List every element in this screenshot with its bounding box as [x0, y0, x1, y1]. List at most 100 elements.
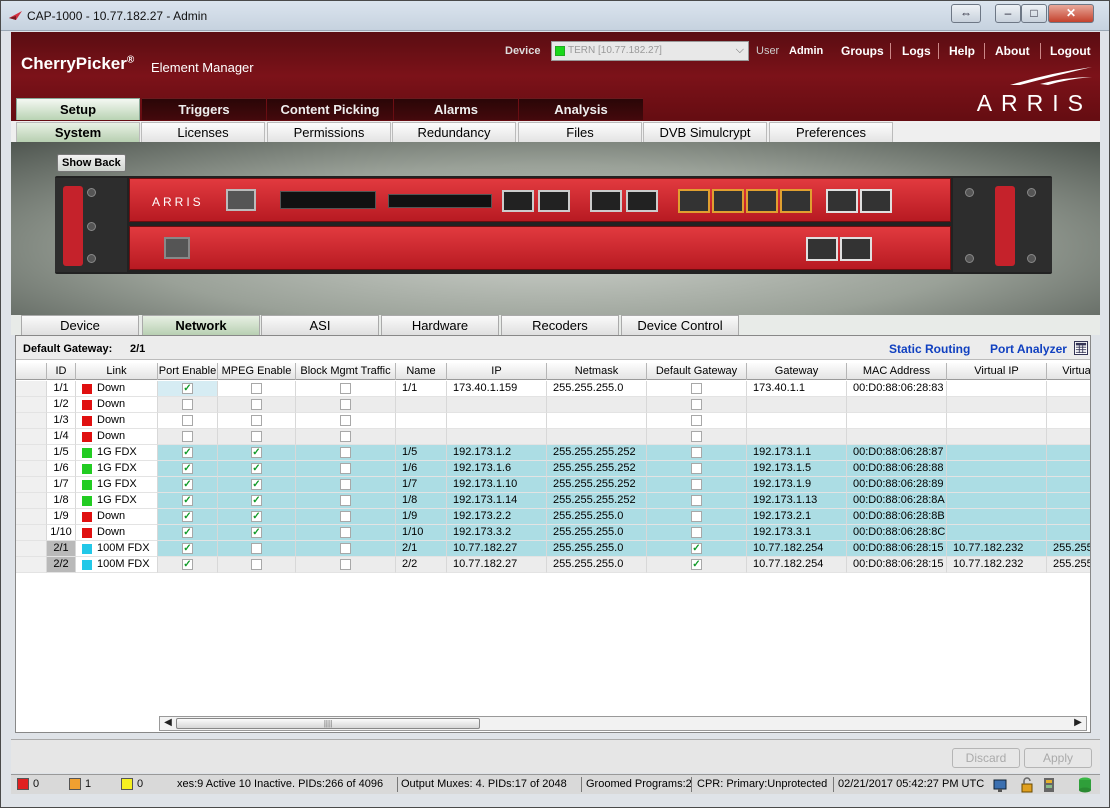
checkbox[interactable]: [691, 399, 702, 410]
checkbox[interactable]: [251, 415, 262, 426]
cell-gateway[interactable]: 10.77.182.254: [747, 541, 847, 557]
cell-ip[interactable]: 10.77.182.27: [447, 557, 547, 573]
cell-netmask[interactable]: 255.255.255.252: [547, 477, 647, 493]
cell-virtual-ip[interactable]: [947, 493, 1047, 509]
checkbox[interactable]: [691, 511, 702, 522]
checkbox[interactable]: [251, 399, 262, 410]
table-row[interactable]: 1/10 Down ✓ ✓ 1/10 192.173.3.2 255.255.255.0 19…: [16, 525, 1090, 541]
checkbox[interactable]: [691, 479, 702, 490]
cell-virtual-ip[interactable]: [947, 413, 1047, 429]
cell-mac-address[interactable]: 00:D0:88:06:28:89: [847, 477, 947, 493]
column-header[interactable]: Name: [396, 363, 447, 380]
tab-alarms[interactable]: Alarms: [394, 98, 518, 120]
column-header[interactable]: Link: [76, 363, 158, 380]
checkbox[interactable]: ✓: [251, 495, 262, 506]
tab-dvb-simulcrypt[interactable]: DVB Simulcrypt: [643, 122, 767, 142]
tab-files[interactable]: Files: [518, 122, 642, 142]
logout-link[interactable]: Logout: [1050, 44, 1091, 58]
row-header[interactable]: [16, 525, 47, 541]
sfp-port[interactable]: [502, 190, 534, 212]
cell-gateway[interactable]: [747, 397, 847, 413]
chevron-down-icon[interactable]: ⌵: [736, 44, 744, 57]
cell-ip[interactable]: 10.77.182.27: [447, 541, 547, 557]
column-header[interactable]: ID: [47, 363, 76, 380]
close-button[interactable]: ✕: [1048, 4, 1094, 23]
checkbox[interactable]: [182, 415, 193, 426]
cell-netmask[interactable]: [547, 429, 647, 445]
checkbox[interactable]: [691, 463, 702, 474]
cell-virtua[interactable]: [1047, 429, 1090, 445]
cell-ip[interactable]: 192.173.3.2: [447, 525, 547, 541]
checkbox[interactable]: [340, 463, 351, 474]
cell-mac-address[interactable]: 00:D0:88:06:28:15: [847, 541, 947, 557]
groups-link[interactable]: Groups: [841, 44, 884, 58]
row-header[interactable]: [16, 493, 47, 509]
cell-name[interactable]: [396, 397, 447, 413]
maximize-button[interactable]: □: [1021, 4, 1047, 23]
tab-redundancy[interactable]: Redundancy: [392, 122, 516, 142]
row-header[interactable]: [16, 477, 47, 493]
table-row[interactable]: 1/8 1G FDX ✓ ✓ 1/8 192.173.1.14 255.255.255.25…: [16, 493, 1090, 509]
column-header[interactable]: Virtual IP: [947, 363, 1047, 380]
row-header[interactable]: [16, 381, 47, 397]
row-header[interactable]: [16, 509, 47, 525]
cell-virtual-ip[interactable]: [947, 525, 1047, 541]
checkbox[interactable]: [340, 415, 351, 426]
tab-permissions[interactable]: Permissions: [267, 122, 391, 142]
row-header[interactable]: [16, 445, 47, 461]
table-row[interactable]: 1/9 Down ✓ ✓ 1/9 192.173.2.2 255.255.255.0 192.…: [16, 509, 1090, 525]
row-header[interactable]: [16, 557, 47, 573]
column-header[interactable]: Block Mgmt Traffic: [296, 363, 396, 380]
checkbox[interactable]: [691, 431, 702, 442]
tab-recoders[interactable]: Recoders: [501, 315, 619, 336]
ethernet-port[interactable]: [826, 189, 858, 213]
cell-name[interactable]: 1/10: [396, 525, 447, 541]
table-row[interactable]: 2/1 100M FDX ✓ 2/1 10.77.182.27 255.255.255.0…: [16, 541, 1090, 557]
cell-virtual-ip[interactable]: [947, 381, 1047, 397]
table-row[interactable]: 1/6 1G FDX ✓ ✓ 1/6 192.173.1.6 255.255.255.252…: [16, 461, 1090, 477]
cell-virtua[interactable]: [1047, 413, 1090, 429]
cell-virtual-ip[interactable]: [947, 477, 1047, 493]
alarm-severity-swatch[interactable]: [17, 778, 29, 790]
column-header[interactable]: Port Enable: [158, 363, 218, 380]
ethernet-port[interactable]: [746, 189, 778, 213]
checkbox[interactable]: ✓: [182, 559, 193, 570]
tab-licenses[interactable]: Licenses: [141, 122, 265, 142]
column-header[interactable]: MAC Address: [847, 363, 947, 380]
column-header[interactable]: IP: [447, 363, 547, 380]
cell-netmask[interactable]: [547, 413, 647, 429]
checkbox[interactable]: [340, 527, 351, 538]
cell-name[interactable]: 2/1: [396, 541, 447, 557]
cell-name[interactable]: 2/2: [396, 557, 447, 573]
usb-port[interactable]: [164, 237, 190, 259]
tab-triggers[interactable]: Triggers: [142, 98, 266, 120]
checkbox[interactable]: ✓: [251, 511, 262, 522]
ethernet-port[interactable]: [780, 189, 812, 213]
checkbox[interactable]: ✓: [182, 495, 193, 506]
checkbox[interactable]: [251, 559, 262, 570]
cell-gateway[interactable]: 192.173.1.5: [747, 461, 847, 477]
row-header[interactable]: [16, 541, 47, 557]
cell-mac-address[interactable]: 00:D0:88:06:28:8A: [847, 493, 947, 509]
serial-port[interactable]: [226, 189, 256, 211]
discard-button[interactable]: Discard: [952, 748, 1020, 768]
row-header[interactable]: [16, 413, 47, 429]
checkbox[interactable]: [340, 479, 351, 490]
table-row[interactable]: 1/4 Down: [16, 429, 1090, 445]
checkbox[interactable]: [691, 447, 702, 458]
cell-gateway[interactable]: 173.40.1.1: [747, 381, 847, 397]
cell-mac-address[interactable]: 00:D0:88:06:28:87: [847, 445, 947, 461]
checkbox[interactable]: ✓: [691, 559, 702, 570]
checkbox[interactable]: [340, 447, 351, 458]
column-header[interactable]: Netmask: [547, 363, 647, 380]
cell-virtual-ip[interactable]: [947, 429, 1047, 445]
cell-netmask[interactable]: 255.255.255.0: [547, 509, 647, 525]
cell-netmask[interactable]: 255.255.255.252: [547, 445, 647, 461]
checkbox[interactable]: ✓: [182, 543, 193, 554]
tab-network[interactable]: Network: [142, 315, 260, 336]
cell-ip[interactable]: 192.173.1.2: [447, 445, 547, 461]
cell-virtua[interactable]: [1047, 477, 1090, 493]
cell-virtua[interactable]: [1047, 381, 1090, 397]
checkbox[interactable]: [251, 383, 262, 394]
about-link[interactable]: About: [995, 44, 1030, 58]
